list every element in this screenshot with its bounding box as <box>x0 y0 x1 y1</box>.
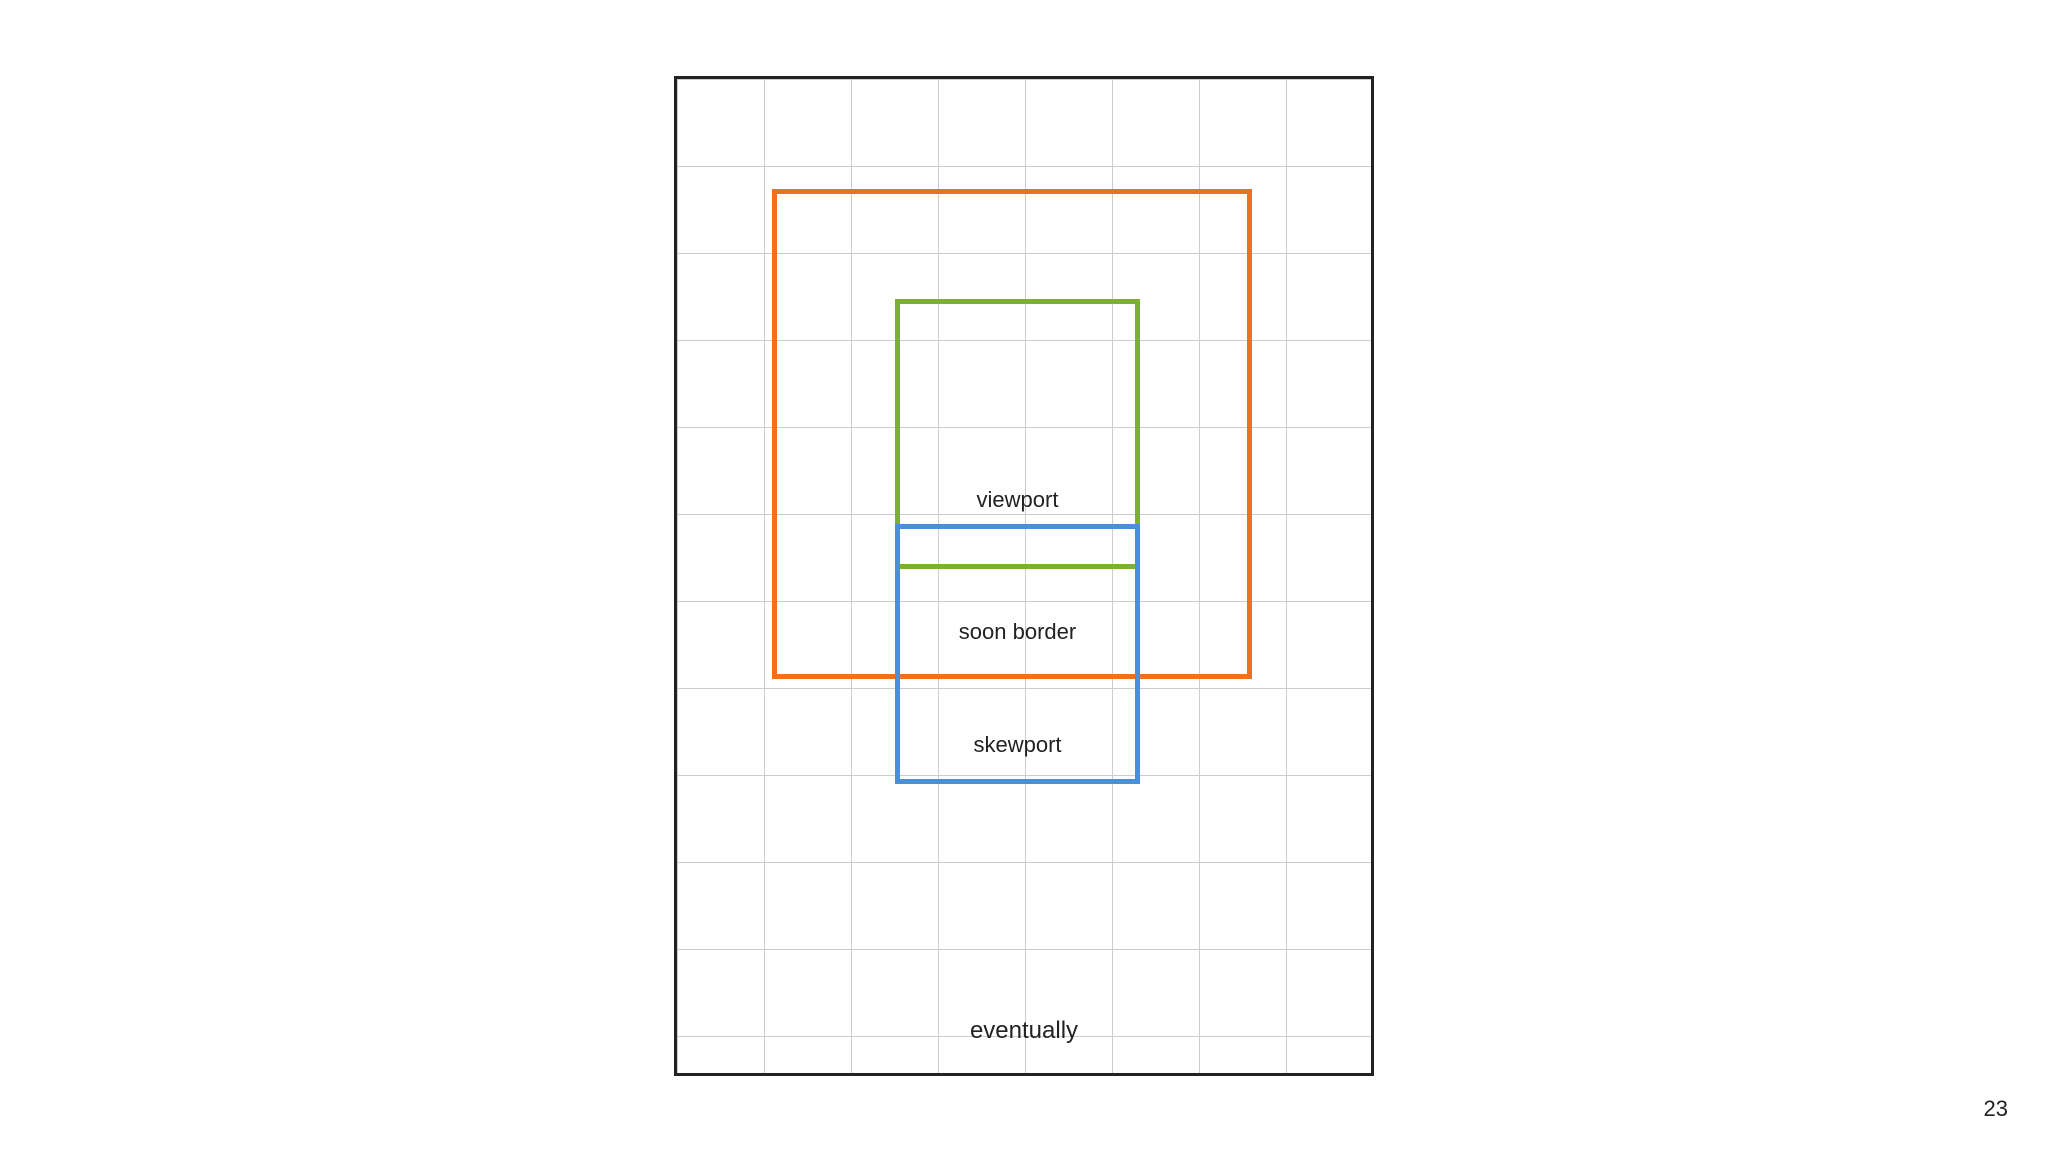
diagram-area: viewport soon border skewport eventually <box>674 76 1374 1076</box>
skewport-label: skewport <box>895 732 1140 758</box>
soon-border-label: soon border <box>895 619 1140 645</box>
eventually-label: eventually <box>677 1017 1371 1045</box>
page-number: 23 <box>1984 1096 2008 1122</box>
viewport-label: viewport <box>895 487 1140 513</box>
slide-container: viewport soon border skewport eventually <box>324 26 1724 1126</box>
